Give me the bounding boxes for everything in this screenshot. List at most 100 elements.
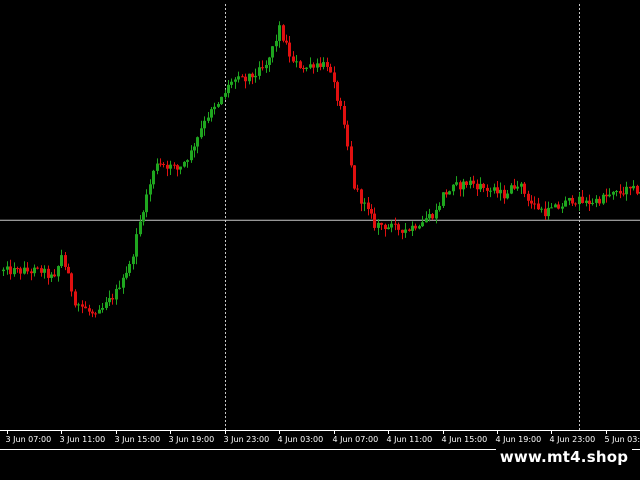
candle-body <box>16 268 19 270</box>
candle-body <box>322 62 325 67</box>
candle-body <box>367 202 370 210</box>
candle-body <box>499 189 502 194</box>
candle-body <box>537 203 540 210</box>
candle-body <box>241 76 244 78</box>
candle-body <box>506 193 509 199</box>
candle-body <box>186 160 189 162</box>
candle-body <box>588 200 591 205</box>
candle-body <box>26 267 29 272</box>
candle-body <box>503 189 506 199</box>
candle-body <box>6 266 9 270</box>
candle-body <box>227 84 230 94</box>
candle-body <box>564 200 567 207</box>
candle-body <box>312 64 315 68</box>
candle-body <box>220 96 223 105</box>
candle-body <box>203 120 206 129</box>
candle-body <box>162 163 165 165</box>
candle-body <box>128 264 131 273</box>
price-chart[interactable]: 3 Jun 07:00 3 Jun 11:00 3 Jun 15:00 3 Jun 1… <box>0 0 640 480</box>
candle-body <box>350 146 353 166</box>
candle-body <box>295 61 298 63</box>
candle-body <box>561 206 564 209</box>
candle-body <box>448 191 451 195</box>
candle-body <box>390 223 393 228</box>
candle-body <box>408 229 411 231</box>
candle-body <box>254 75 257 78</box>
candle-body <box>60 255 63 267</box>
candle-body <box>47 268 50 278</box>
candle-body <box>305 67 308 69</box>
candle-body <box>629 186 632 189</box>
candle-body <box>486 187 489 191</box>
candle-body <box>329 66 332 73</box>
candle-body <box>142 212 145 222</box>
candle-body <box>346 124 349 147</box>
candle-body <box>557 204 560 209</box>
candle-body <box>615 191 618 193</box>
candle-body <box>152 170 155 185</box>
candle-body <box>608 194 611 197</box>
candle-body <box>19 268 22 274</box>
candle-body <box>530 200 533 204</box>
candle-body <box>64 255 67 267</box>
candle-body <box>30 271 33 274</box>
candle-body <box>248 73 251 82</box>
candle-body <box>207 117 210 121</box>
candle-body <box>370 209 373 214</box>
candle-body <box>425 218 428 223</box>
candle-body <box>77 304 80 306</box>
candle-body <box>591 202 594 205</box>
candle-body <box>23 267 26 274</box>
candle-body <box>421 222 424 227</box>
candle-body <box>533 203 536 205</box>
candle-body <box>520 183 523 187</box>
candle-body <box>50 274 53 278</box>
candle-body <box>278 25 281 41</box>
candle-body <box>169 164 172 169</box>
candle-body <box>217 104 220 107</box>
candle-body <box>105 302 108 308</box>
candle-body <box>380 222 383 225</box>
candle-body <box>568 197 571 201</box>
candle-body <box>414 225 417 229</box>
candle-body <box>91 311 94 314</box>
x-tick-label: 5 Jun 03:00 <box>605 435 640 444</box>
candle-body <box>384 224 387 230</box>
x-tick-label: 3 Jun 15:00 <box>115 435 161 444</box>
candle-body <box>139 221 142 235</box>
candle-body <box>302 68 305 70</box>
candle-body <box>373 213 376 228</box>
candle-body <box>462 181 465 190</box>
x-tick-label: 3 Jun 07:00 <box>6 435 52 444</box>
candle-body <box>547 207 550 217</box>
candle-body <box>67 266 70 274</box>
x-tick-label: 4 Jun 19:00 <box>496 435 542 444</box>
candle-body <box>442 192 445 206</box>
candle-body <box>309 64 312 68</box>
x-tick-label: 4 Jun 07:00 <box>333 435 379 444</box>
candle-body <box>13 268 16 275</box>
candle-body <box>299 61 302 69</box>
candle-body <box>193 146 196 151</box>
candle-body <box>598 198 601 204</box>
candlestick-chart[interactable]: 3 Jun 07:00 3 Jun 11:00 3 Jun 15:00 3 Jun 1… <box>0 0 640 480</box>
x-tick-label: 3 Jun 23:00 <box>224 435 270 444</box>
candle-body <box>435 209 438 219</box>
candle-body <box>578 196 581 205</box>
candle-body <box>288 42 291 57</box>
candle-body <box>605 194 608 197</box>
candle-body <box>465 181 468 186</box>
candle-body <box>149 184 152 195</box>
candle-body <box>275 40 278 47</box>
candle-body <box>81 304 84 307</box>
candle-body <box>230 81 233 85</box>
candle-body <box>339 100 342 106</box>
x-tick-label: 4 Jun 23:00 <box>550 435 596 444</box>
candle-body <box>70 273 73 292</box>
candle-body <box>190 150 193 161</box>
candle-body <box>496 187 499 194</box>
candle-body <box>411 225 414 231</box>
candle-body <box>234 79 237 82</box>
candle-body <box>145 194 148 213</box>
candle-body <box>571 197 574 204</box>
